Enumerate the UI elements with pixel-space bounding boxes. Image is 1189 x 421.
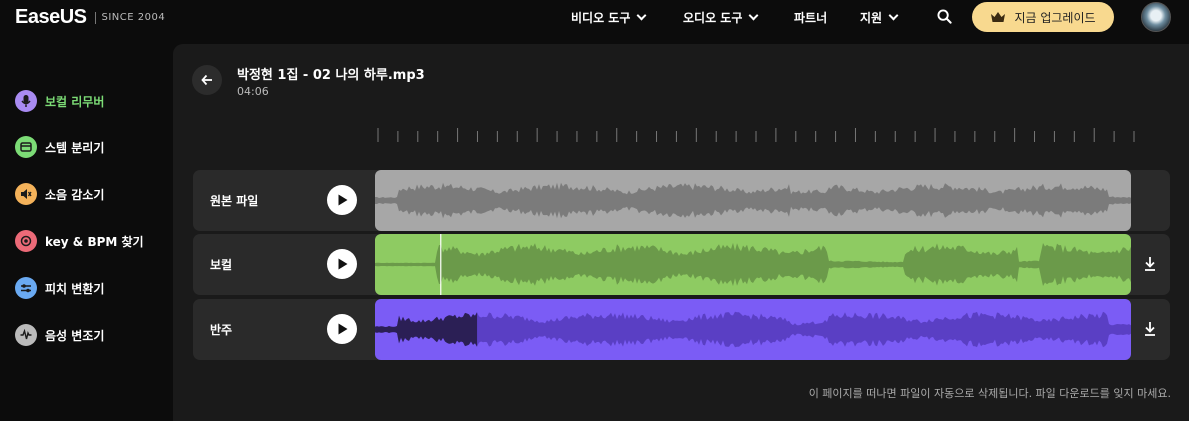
arrow-left-icon — [201, 74, 212, 86]
chevron-down-icon — [888, 10, 899, 20]
speaker-icon — [15, 183, 37, 205]
download-icon[interactable] — [1143, 321, 1157, 337]
nav-partner-label: 파트너 — [794, 10, 828, 25]
sidebar-item-label: 피치 변환기 — [45, 281, 105, 296]
nav-audio-tools[interactable]: 오디오 도구 — [683, 0, 759, 34]
track-label: 원본 파일 — [210, 194, 259, 208]
nav-audio-tools-label: 오디오 도구 — [683, 10, 743, 25]
footer-note: 이 페이지를 떠나면 파일이 자동으로 삭제됩니다. 파일 다운로드를 잊지 마… — [808, 387, 1171, 400]
sidebar-item-label: key & BPM 찾기 — [45, 234, 144, 249]
avatar[interactable] — [1141, 2, 1171, 32]
logo-divider — [94, 11, 96, 24]
time-ruler — [377, 128, 1135, 142]
wave-icon — [15, 324, 37, 346]
upgrade-button[interactable]: 지금 업그레이드 — [972, 2, 1114, 32]
logo[interactable]: EaseUS SINCE 2004 — [15, 6, 165, 29]
sidebar-item-voice-changer[interactable]: 음성 변조기 — [15, 324, 104, 346]
chevron-down-icon — [748, 10, 759, 20]
sidebar-item-key-bpm-finder[interactable]: key & BPM 찾기 — [15, 230, 144, 252]
sidebar-item-vocal-remover[interactable]: 보컬 리무버 — [15, 90, 104, 112]
target-icon — [15, 230, 37, 252]
sidebar-item-label: 소음 감소기 — [45, 187, 105, 202]
play-button[interactable] — [327, 185, 357, 215]
nav-support-label: 지원 — [860, 10, 883, 25]
chevron-down-icon — [636, 10, 647, 20]
waveform[interactable] — [375, 170, 1131, 231]
track-original: 원본 파일 — [193, 170, 1170, 231]
waveform[interactable] — [375, 299, 1131, 360]
crown-icon — [991, 12, 1006, 22]
sliders-icon — [15, 277, 37, 299]
back-button[interactable] — [192, 65, 222, 95]
waveform[interactable] — [375, 234, 1131, 295]
sidebar-item-stem-splitter[interactable]: 스템 분리기 — [15, 136, 104, 158]
sidebar-item-label: 보컬 리무버 — [45, 94, 105, 109]
sidebar-item-label: 스템 분리기 — [45, 140, 105, 155]
play-icon — [338, 194, 347, 206]
play-button[interactable] — [327, 314, 357, 344]
track-vocal: 보컬 — [193, 234, 1170, 295]
stem-icon — [15, 136, 37, 158]
nav-video-tools-label: 비디오 도구 — [571, 10, 631, 25]
search-icon[interactable] — [937, 9, 952, 24]
track-accompaniment: 반주 — [193, 299, 1170, 360]
nav-partner[interactable]: 파트너 — [794, 0, 827, 34]
file-duration: 04:06 — [237, 85, 269, 98]
logo-since: SINCE 2004 — [101, 12, 166, 23]
play-icon — [338, 323, 347, 335]
nav-video-tools[interactable]: 비디오 도구 — [571, 0, 647, 34]
top-bar: EaseUS SINCE 2004 비디오 도구 오디오 도구 파트너 지원 지… — [0, 0, 1189, 34]
play-button[interactable] — [327, 249, 357, 279]
track-label: 보컬 — [210, 258, 233, 272]
upgrade-label: 지금 업그레이드 — [1014, 10, 1096, 25]
track-label: 반주 — [210, 323, 233, 337]
sidebar-item-label: 음성 변조기 — [45, 328, 105, 343]
main-panel: 박정현 1집 - 02 나의 하루.mp3 04:06 원본 파일 보컬 반주 … — [173, 44, 1189, 421]
download-icon[interactable] — [1143, 256, 1157, 272]
logo-text: EaseUS — [15, 6, 87, 28]
sidebar-item-pitch-changer[interactable]: 피치 변환기 — [15, 277, 104, 299]
mic-icon — [15, 90, 37, 112]
nav-support[interactable]: 지원 — [860, 0, 899, 34]
sidebar-item-noise-reducer[interactable]: 소음 감소기 — [15, 183, 104, 205]
play-icon — [338, 258, 347, 270]
file-title: 박정현 1집 - 02 나의 하루.mp3 — [237, 68, 425, 83]
